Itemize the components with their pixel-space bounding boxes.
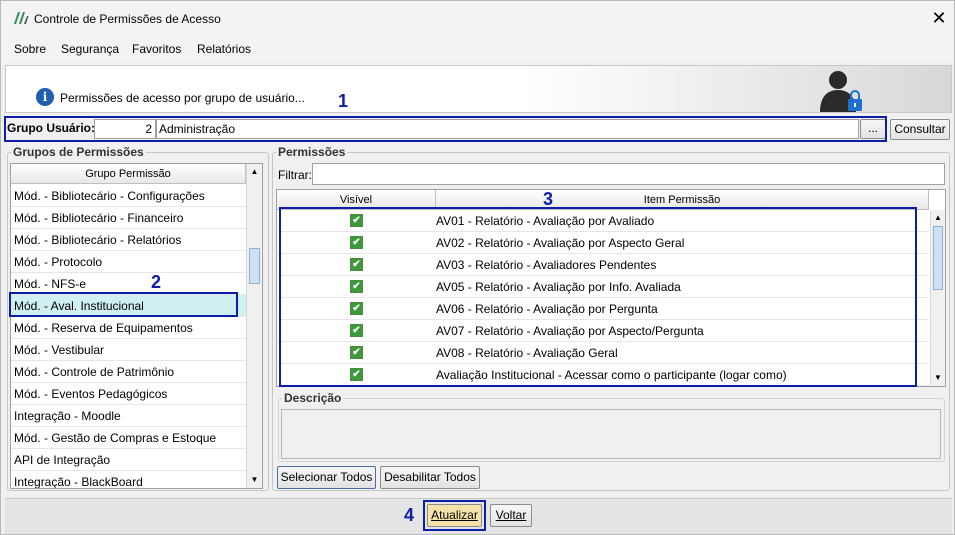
annotation-1: 1 (338, 91, 349, 111)
desabilitar-todos-button[interactable]: Desabilitar Todos (380, 466, 480, 489)
list-item[interactable]: Mód. - Bibliotecário - Relatórios (11, 229, 246, 251)
list-item[interactable]: Mód. - Bibliotecário - Configurações (11, 185, 246, 207)
scroll-up-icon[interactable]: ▲ (247, 164, 262, 180)
permissoes-scrollbar[interactable]: ▲ ▼ (930, 210, 945, 386)
grupos-scrollbar[interactable]: ▲ ▼ (246, 164, 262, 488)
voltar-button[interactable]: Voltar (490, 504, 532, 527)
grupo-permissao-column-header[interactable]: Grupo Permissão (11, 164, 246, 184)
scroll-up-icon[interactable]: ▲ (931, 210, 945, 226)
list-item[interactable]: Mód. - Eventos Pedagógicos (11, 383, 246, 405)
annotation-3: 3 (543, 189, 554, 209)
permissoes-title: Permissões (276, 145, 348, 159)
descricao-text (281, 409, 941, 459)
title-bar: Controle de Permissões de Acesso ✕ (1, 1, 954, 37)
header-text: Permissões de acesso por grupo de usuári… (60, 91, 305, 105)
list-item[interactable]: Mód. - Reserva de Equipamentos (11, 317, 246, 339)
list-item[interactable]: Mód. - Controle de Patrimônio (11, 361, 246, 383)
scroll-down-icon[interactable]: ▼ (247, 472, 262, 488)
descricao-title: Descrição (282, 391, 344, 405)
user-lock-icon (820, 71, 862, 112)
scroll-thumb[interactable] (933, 226, 943, 290)
filtrar-input[interactable] (312, 163, 945, 185)
annotation-box-2 (9, 292, 238, 317)
list-item[interactable]: Mód. - Vestibular (11, 339, 246, 361)
scroll-thumb[interactable] (249, 248, 260, 284)
window-title: Controle de Permissões de Acesso (34, 12, 221, 26)
menu-bar: Sobre Segurança Favoritos Relatórios (1, 37, 954, 63)
annotation-box-3 (279, 207, 917, 387)
menu-relatorios[interactable]: Relatórios (197, 42, 251, 56)
close-icon[interactable]: ✕ (927, 5, 951, 31)
grupos-permissoes-list[interactable]: Grupo Permissão Mód. - Bibliotecário - C… (10, 163, 263, 489)
menu-sobre[interactable]: Sobre (14, 42, 46, 56)
list-item[interactable]: Mód. - Protocolo (11, 251, 246, 273)
annotation-box-1 (4, 116, 887, 142)
filtrar-label: Filtrar: (278, 168, 312, 182)
annotation-2: 2 (151, 272, 162, 292)
permissions-window: Controle de Permissões de Acesso ✕ Sobre… (0, 0, 955, 535)
list-item[interactable]: Mód. - Gestão de Compras e Estoque (11, 427, 246, 449)
annotation-4: 4 (404, 505, 415, 525)
app-logo-icon (14, 12, 29, 24)
header-banner: i Permissões de acesso por grupo de usuá… (5, 65, 952, 113)
list-item[interactable]: Integração - Moodle (11, 405, 246, 427)
list-item[interactable]: API de Integração (11, 449, 246, 471)
list-item[interactable]: Integração - BlackBoard (11, 471, 246, 488)
annotation-box-4 (423, 500, 486, 531)
scroll-down-icon[interactable]: ▼ (931, 370, 945, 386)
grupos-permissoes-title: Grupos de Permissões (11, 145, 146, 159)
info-icon: i (36, 88, 54, 106)
selecionar-todos-button[interactable]: Selecionar Todos (277, 466, 376, 489)
consultar-button[interactable]: Consultar (890, 119, 950, 140)
menu-favoritos[interactable]: Favoritos (132, 42, 181, 56)
list-item[interactable]: Mód. - Bibliotecário - Financeiro (11, 207, 246, 229)
menu-seguranca[interactable]: Segurança (61, 42, 119, 56)
